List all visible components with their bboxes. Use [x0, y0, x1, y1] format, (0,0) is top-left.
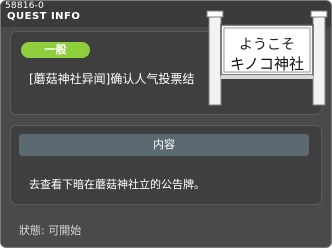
window-title: QUEST INFO — [7, 11, 81, 22]
shrine-signboard-image: ようこそ キノコ神社 — [206, 10, 328, 106]
content-text: 去查看下暗在蘑菇神社立的公告牌。 — [29, 178, 205, 191]
content-header: 内容 — [19, 134, 309, 156]
quest-info-window: 58816-0 QUEST INFO 一般 [蘑菇神社异闻]确认人气投票结 内容… — [0, 0, 332, 248]
quest-status: 狀態: 可開始 — [19, 224, 82, 237]
quest-category-badge: 一般 — [21, 42, 90, 58]
sign-line-1: ようこそ — [239, 37, 295, 53]
quest-id: 58816-0 — [5, 1, 45, 11]
sign-line-2: キノコ神社 — [230, 55, 304, 73]
quest-name: [蘑菇神社异闻]确认人气投票结 — [29, 72, 195, 86]
quest-content-panel: 内容 去查看下暗在蘑菇神社立的公告牌。 — [10, 125, 322, 205]
